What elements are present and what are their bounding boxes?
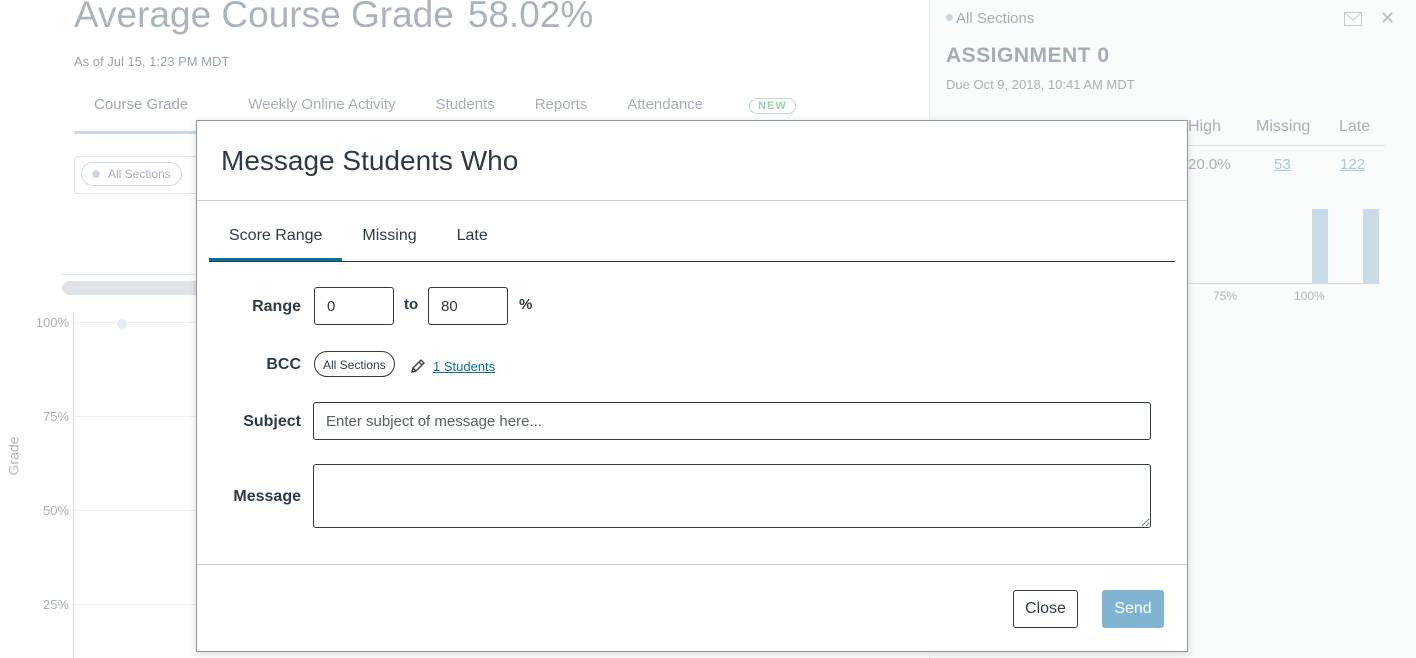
bcc-sections-pill: All Sections: [314, 351, 395, 377]
data-point[interactable]: [117, 319, 127, 329]
range-label: Range: [252, 298, 301, 315]
high-header: High: [1188, 118, 1221, 135]
tab-reports[interactable]: Reports: [535, 96, 588, 114]
y-tick-label: 100%: [35, 315, 69, 330]
range-to-label: to: [404, 296, 419, 313]
analytics-tabs: Course Grade Weekly Online Activity Stud…: [74, 96, 876, 114]
high-value: 20.0%: [1188, 156, 1231, 173]
y-axis-title: Grade: [5, 436, 22, 476]
tab-attendance[interactable]: Attendance NEW: [627, 96, 836, 114]
tab-late[interactable]: Late: [437, 213, 508, 259]
page-title: Average Course Grade 58.02%: [74, 0, 593, 36]
late-header: Late: [1339, 118, 1371, 135]
bcc-students-link[interactable]: 1 Students: [433, 359, 495, 374]
y-tick-label: 50%: [42, 503, 69, 518]
close-icon[interactable]: ✕: [1380, 8, 1395, 29]
divider: [62, 274, 202, 275]
tab-weekly-online-activity[interactable]: Weekly Online Activity: [248, 96, 395, 114]
tab-attendance-label: Attendance: [627, 96, 704, 113]
range-slider-track[interactable]: [62, 281, 202, 295]
gridline: [74, 416, 199, 417]
due-date: Due Oct 9, 2018, 10:41 AM MDT: [946, 77, 1135, 92]
subject-label: Subject: [243, 413, 301, 430]
active-tab-underline: [74, 131, 199, 134]
histogram-axis: [1188, 283, 1380, 284]
tab-score-range[interactable]: Score Range: [209, 213, 343, 261]
close-button[interactable]: Close: [1013, 590, 1078, 628]
section-filter-pill[interactable]: All Sections: [81, 162, 182, 186]
missing-header: Missing: [1256, 118, 1311, 135]
late-count-link[interactable]: 122: [1340, 156, 1365, 173]
tab-students[interactable]: Students: [436, 96, 495, 114]
tab-course-grade[interactable]: Course Grade: [74, 96, 208, 114]
message-label: Message: [233, 488, 301, 505]
send-button[interactable]: Send: [1102, 590, 1164, 628]
assignment-title: ASSIGNMENT 0: [946, 44, 1110, 67]
y-tick-label: 25%: [42, 597, 69, 612]
dialog-footer-divider: [197, 564, 1187, 565]
section-label: All Sections: [946, 10, 1034, 27]
dialog-title: Message Students Who: [221, 145, 519, 176]
histogram-bar: [1312, 209, 1328, 283]
new-badge: NEW: [749, 98, 796, 114]
pencil-icon[interactable]: [409, 357, 427, 380]
divider: [1188, 145, 1385, 146]
histogram-bar: [1363, 209, 1379, 283]
gridline: [74, 604, 199, 605]
x-tick-label: 75%: [1213, 289, 1238, 303]
percent-unit: %: [519, 296, 533, 313]
range-to-input[interactable]: [428, 287, 508, 325]
message-students-dialog: Message Students Who Score Range Missing…: [196, 120, 1188, 652]
y-tick-label: 75%: [42, 409, 69, 424]
x-tick-label: 100%: [1294, 289, 1325, 303]
average-grade-value: 58.02%: [467, 0, 594, 35]
y-axis: [73, 312, 74, 658]
gridline: [74, 510, 199, 511]
page-title-text: Average Course Grade: [74, 0, 454, 35]
subject-input[interactable]: [313, 402, 1151, 440]
bcc-label: BCC: [266, 356, 301, 373]
missing-count-link[interactable]: 53: [1274, 156, 1291, 173]
tab-missing[interactable]: Missing: [342, 213, 436, 259]
as-of-timestamp: As of Jul 15, 1:23 PM MDT: [74, 54, 230, 69]
dialog-tabs: Score Range Missing Late: [209, 213, 1175, 262]
message-textarea[interactable]: [313, 464, 1151, 528]
envelope-icon[interactable]: [1344, 12, 1362, 26]
range-from-input[interactable]: [314, 287, 394, 325]
dialog-header: Message Students Who: [197, 121, 1187, 201]
gridline: [74, 322, 199, 323]
